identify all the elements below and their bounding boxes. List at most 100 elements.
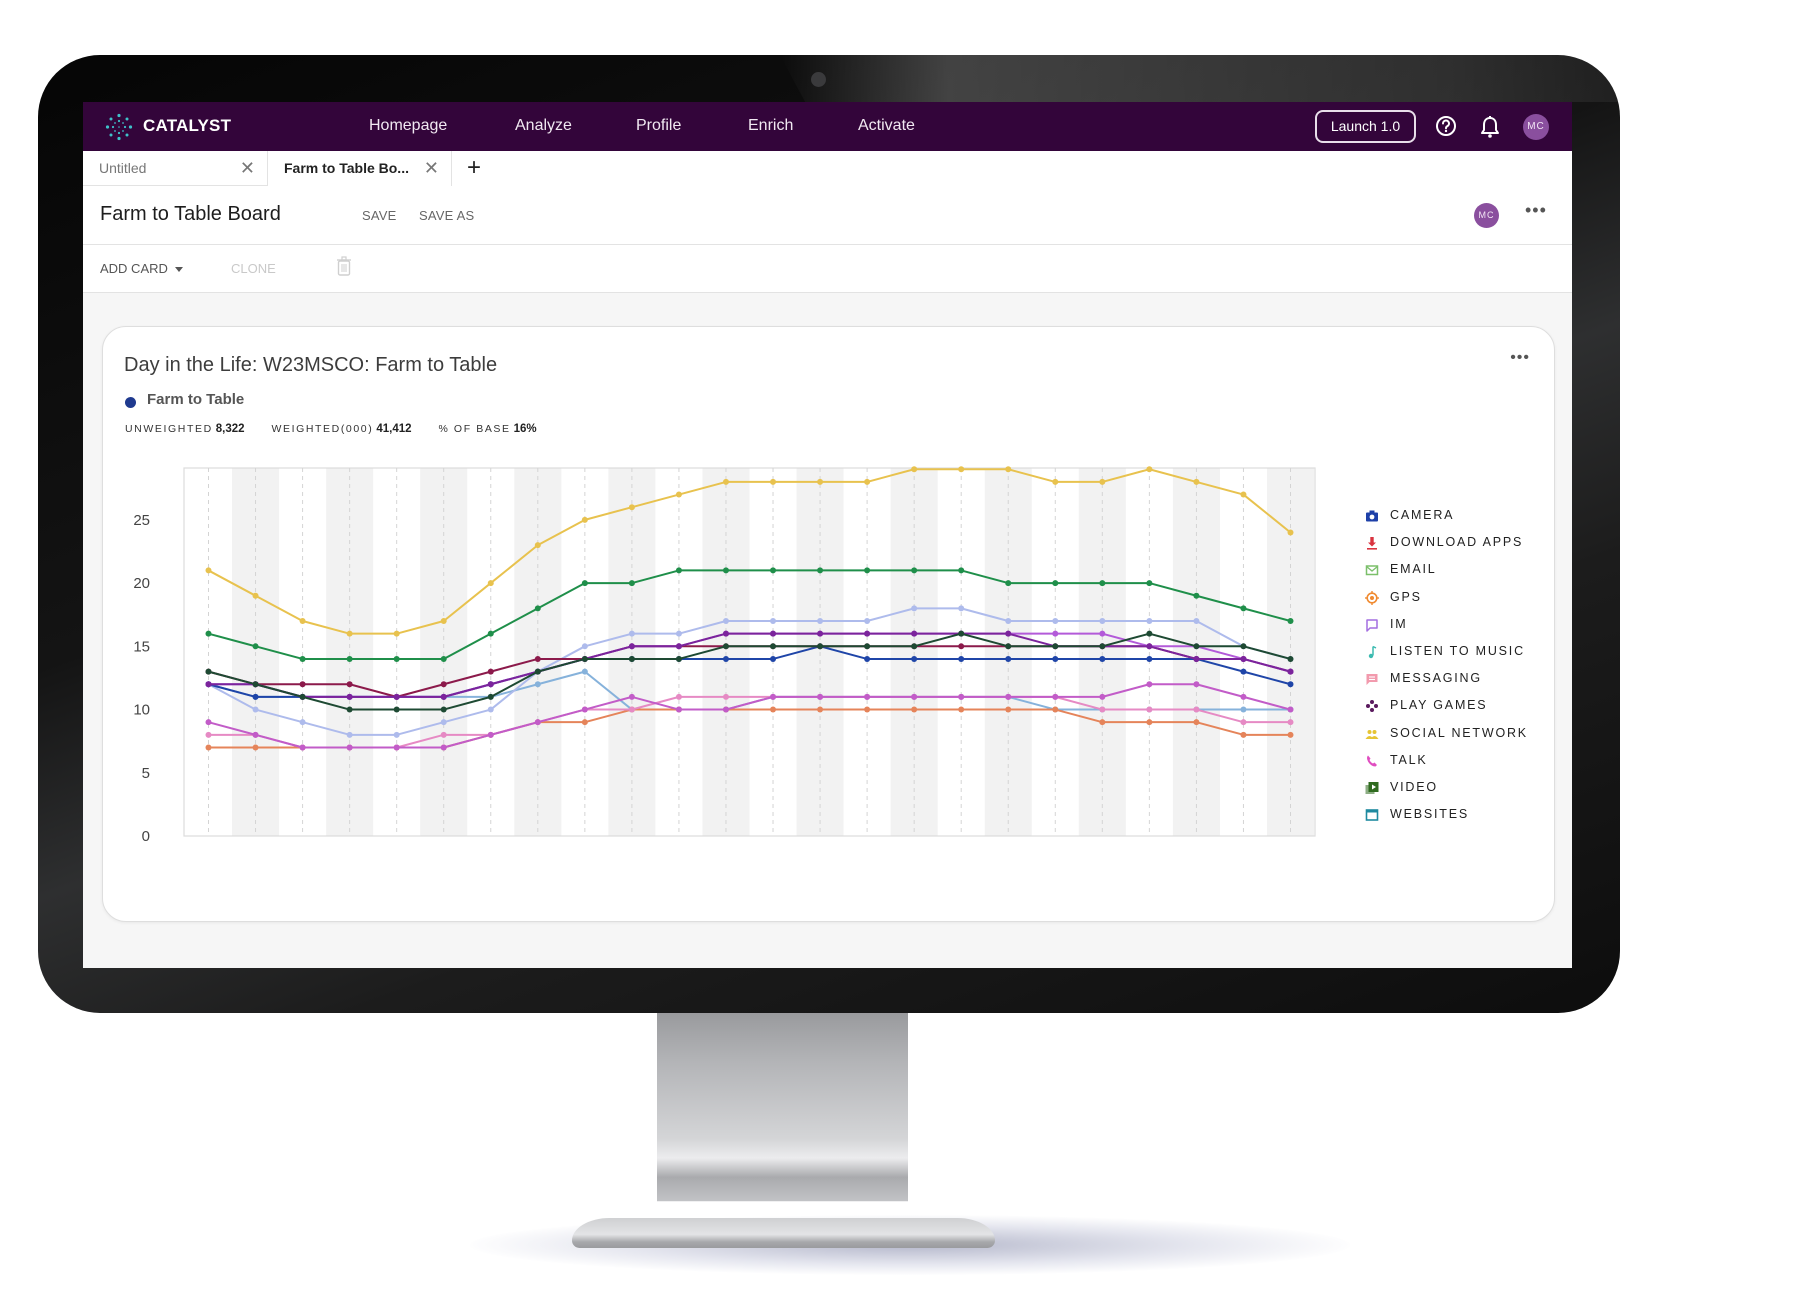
- legend-item-camera[interactable]: CAMERA: [1365, 507, 1565, 527]
- legend-item-websites[interactable]: WEBSITES: [1365, 806, 1565, 826]
- data-point-play-games: [487, 681, 494, 688]
- data-point-video: [628, 655, 635, 662]
- data-point-email: [487, 630, 494, 637]
- data-point-video: [487, 693, 494, 700]
- data-point-camera: [1099, 655, 1106, 662]
- clone-button[interactable]: CLONE: [231, 261, 276, 276]
- legend-item-email[interactable]: EMAIL: [1365, 561, 1565, 581]
- data-point-play-games: [393, 693, 400, 700]
- message-bubble-icon: [1366, 674, 1378, 686]
- launch-button[interactable]: Launch 1.0: [1315, 110, 1416, 143]
- data-point-social-network: [911, 466, 918, 473]
- tab-farm-to-table[interactable]: Farm to Table Bo... ✕: [268, 151, 452, 187]
- nav-homepage[interactable]: Homepage: [369, 117, 447, 135]
- nav-profile[interactable]: Profile: [636, 117, 681, 135]
- data-point-video: [1052, 643, 1059, 650]
- x-tick-label: 10P: [1230, 846, 1257, 847]
- help-icon[interactable]: [1435, 115, 1457, 137]
- data-point-video: [1240, 643, 1247, 650]
- x-tick-label: 3P: [905, 846, 923, 847]
- legend-label: IM: [1390, 616, 1408, 631]
- save-button[interactable]: SAVE: [362, 208, 397, 223]
- y-tick-label: 20: [133, 575, 150, 592]
- x-tick-label: 4P: [952, 846, 970, 847]
- data-point-talk: [1099, 693, 1106, 700]
- data-point-im: [440, 719, 447, 726]
- data-point-email: [675, 567, 682, 574]
- data-point-social-network: [864, 478, 871, 485]
- data-point-messaging: [205, 731, 212, 738]
- data-point-play-games: [440, 693, 447, 700]
- data-point-email: [911, 567, 918, 574]
- data-point-im: [675, 630, 682, 637]
- x-tick-label: 11A: [713, 846, 739, 847]
- collaborator-avatar[interactable]: MC: [1474, 203, 1499, 228]
- x-tick-label: 9A: [623, 846, 641, 847]
- user-avatar[interactable]: MC: [1523, 114, 1549, 140]
- data-point-social-network: [581, 516, 588, 523]
- video-play-icon: [1365, 782, 1379, 794]
- data-point-social-network: [346, 630, 353, 637]
- data-point-email: [440, 655, 447, 662]
- data-point-im: [770, 618, 777, 625]
- data-point-video: [864, 643, 871, 650]
- data-point-talk: [346, 744, 353, 751]
- data-point-email: [1240, 605, 1247, 612]
- add-card-button[interactable]: ADD CARD: [100, 261, 183, 276]
- close-icon[interactable]: ✕: [424, 151, 439, 185]
- data-point-gps: [958, 706, 965, 713]
- trash-icon[interactable]: [336, 256, 352, 276]
- more-options-icon[interactable]: •••: [1525, 200, 1547, 221]
- close-icon[interactable]: ✕: [240, 151, 255, 185]
- legend-item-talk[interactable]: TALK: [1365, 752, 1565, 772]
- notifications-bell-icon[interactable]: [1479, 115, 1501, 139]
- data-point-gps: [581, 719, 588, 726]
- data-point-messaging: [1287, 719, 1294, 726]
- data-point-video: [299, 693, 306, 700]
- nav-activate[interactable]: Activate: [858, 117, 915, 135]
- x-tick-label: 8A: [576, 846, 594, 847]
- legend-item-download-apps[interactable]: DOWNLOAD APPS: [1365, 534, 1565, 554]
- data-point-talk: [1193, 681, 1200, 688]
- add-card-label: ADD CARD: [100, 261, 168, 276]
- x-tick-label: 7A: [529, 846, 547, 847]
- data-point-play-games: [205, 681, 212, 688]
- chat-square-icon: [1366, 619, 1378, 632]
- data-point-camera: [252, 693, 259, 700]
- add-tab-icon[interactable]: +: [467, 152, 481, 184]
- legend-item-messaging[interactable]: MESSAGING: [1365, 670, 1565, 690]
- data-point-social-network: [958, 466, 965, 473]
- data-point-talk: [675, 706, 682, 713]
- x-tick-label: 8P: [1140, 846, 1158, 847]
- data-point-video: [393, 706, 400, 713]
- legend-item-gps[interactable]: GPS: [1365, 589, 1565, 609]
- data-point-talk: [1005, 693, 1012, 700]
- legend-item-video[interactable]: VIDEO: [1365, 779, 1565, 799]
- tab-untitled[interactable]: Untitled ✕: [83, 151, 268, 186]
- data-point-social-network: [1052, 478, 1059, 485]
- card-more-options-icon[interactable]: •••: [1510, 349, 1530, 367]
- data-point-camera: [864, 655, 871, 662]
- data-point-email: [628, 580, 635, 587]
- save-as-button[interactable]: SAVE AS: [419, 208, 474, 223]
- legend-item-social-network[interactable]: SOCIAL NETWORK: [1365, 725, 1565, 745]
- data-point-im: [581, 643, 588, 650]
- data-point-im: [1146, 618, 1153, 625]
- nav-analyze[interactable]: Analyze: [515, 117, 572, 135]
- data-point-im: [911, 605, 918, 612]
- nav-enrich[interactable]: Enrich: [748, 117, 793, 135]
- data-point-video: [958, 630, 965, 637]
- legend-item-im[interactable]: IM: [1365, 616, 1565, 636]
- data-point-gps: [1193, 719, 1200, 726]
- legend-item-play-games[interactable]: PLAY GAMES: [1365, 697, 1565, 717]
- data-point-email: [958, 567, 965, 574]
- data-point-talk: [817, 693, 824, 700]
- data-point-play-games: [722, 630, 729, 637]
- data-point-im: [346, 731, 353, 738]
- data-point-social-network: [628, 504, 635, 511]
- legend-item-listen-to-music[interactable]: LISTEN TO MUSIC: [1365, 643, 1565, 663]
- x-tick-label: 3A: [340, 846, 358, 847]
- data-point-social-network: [1146, 466, 1153, 473]
- data-point-video: [440, 706, 447, 713]
- data-point-camera: [1287, 681, 1294, 688]
